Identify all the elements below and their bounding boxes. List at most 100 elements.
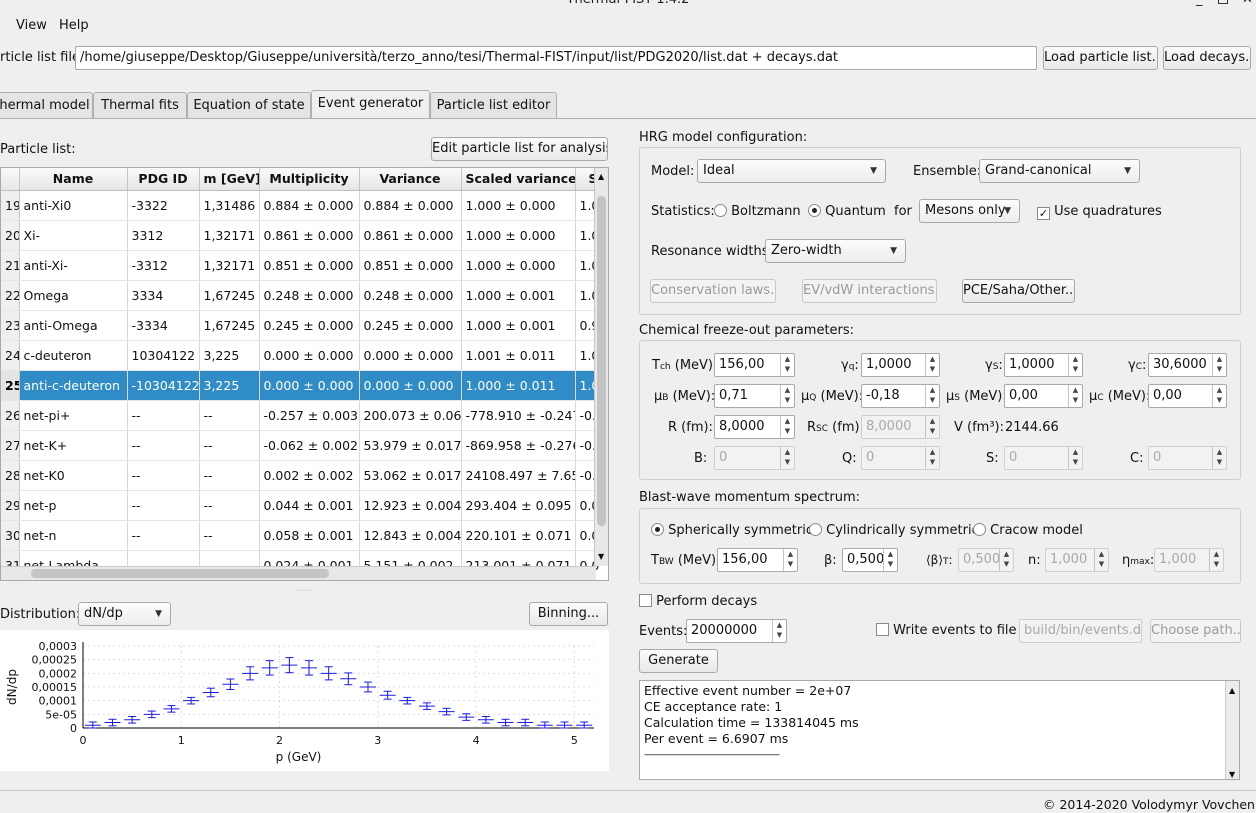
table-row[interactable]: 20Xi-33121,321710.861 ± 0.0000.861 ± 0.0… (1, 220, 608, 251)
row-number[interactable]: 30 (1, 520, 20, 551)
splitter-handle[interactable]: ······ (296, 586, 311, 595)
spin-arrows-icon[interactable]: ▲ ▼ (1212, 385, 1226, 407)
spin-arrows-icon[interactable]: ▲ ▼ (1068, 385, 1082, 407)
table-row[interactable]: 29net-p----0.044 ± 0.00112.923 ± 0.00429… (1, 490, 608, 521)
rsc-spinbox[interactable]: 8,0000 ▲ ▼ (861, 415, 940, 439)
table-row[interactable]: 27net-K+-----0.062 ± 0.00253.979 ± 0.017… (1, 430, 608, 461)
scroll-down-icon[interactable]: ▼ (598, 552, 604, 561)
spin-arrows-icon[interactable]: ▲ ▼ (780, 416, 794, 438)
table-row[interactable]: 22Omega33341,672450.248 ± 0.0000.248 ± 0… (1, 280, 608, 311)
spin-arrows-icon[interactable]: ▲ ▼ (772, 620, 786, 642)
mu-s-spinbox[interactable]: 0,00 ▲ ▼ (1004, 384, 1083, 408)
binning-button[interactable]: Binning... (529, 602, 608, 626)
quantum-radio[interactable]: Quantum (808, 204, 886, 219)
close-icon[interactable]: ✕ (1242, 0, 1253, 7)
spin-arrows-icon[interactable]: ▲ ▼ (783, 549, 797, 571)
table-row[interactable]: 19anti-Xi0-33221,314860.884 ± 0.0000.884… (1, 190, 608, 221)
eta-max-spinbox[interactable]: 1,000 ▲ ▼ (1154, 548, 1224, 572)
load-particle-list-button[interactable]: Load particle list... (1043, 46, 1158, 70)
table-row[interactable]: 23anti-Omega-33341,672450.245 ± 0.0000.2… (1, 310, 608, 341)
row-number[interactable]: 28 (1, 460, 20, 491)
row-number[interactable]: 20 (1, 220, 20, 251)
row-number[interactable]: 19 (1, 190, 20, 221)
mu-b-spinbox[interactable]: 0,71 ▲ ▼ (714, 384, 795, 408)
quantum-statistics-scope-select[interactable]: Mesons only ▼ (919, 199, 1020, 223)
perform-decays-checkbox[interactable]: Perform decays (639, 594, 757, 609)
menu-help[interactable]: Help (59, 18, 89, 33)
spherically-symmetric-radio[interactable]: Spherically symmetric (651, 523, 813, 538)
scroll-up-icon[interactable]: ▲ (598, 172, 604, 181)
events-output-path-input[interactable]: build/bin/events.dat (1019, 619, 1142, 643)
spin-arrows-icon[interactable]: ▲ ▼ (883, 549, 897, 571)
spin-arrows-icon[interactable]: ▲ ▼ (1212, 354, 1226, 376)
menu-view[interactable]: View (16, 18, 47, 33)
table-horizontal-scrollbar[interactable] (1, 566, 596, 580)
choose-path-button[interactable]: Choose path... (1150, 619, 1241, 643)
particle-table[interactable]: Name PDG ID m [GeV] Multiplicity Varianc… (0, 167, 609, 581)
tch-spinbox[interactable]: 156,00 ▲ ▼ (714, 353, 795, 377)
tab-equation-of-state[interactable]: Equation of state (187, 92, 311, 118)
minimize-icon[interactable]: _ (1196, 0, 1203, 7)
edit-particle-list-button[interactable]: Edit particle list for analysis... (431, 137, 608, 161)
column-header-mass[interactable]: m [GeV] (199, 168, 260, 191)
radius-spinbox[interactable]: 8,0000 ▲ ▼ (714, 415, 795, 439)
table-row[interactable]: 25anti-c-deuteron-103041223,2250.000 ± 0… (1, 370, 608, 401)
table-row[interactable]: 26net-pi+-----0.257 ± 0.003200.073 ± 0.0… (1, 400, 608, 431)
row-number[interactable]: 27 (1, 430, 20, 461)
baryon-charge-spinbox[interactable]: 0 ▲ ▼ (714, 446, 795, 470)
strangeness-spinbox[interactable]: 0 ▲ ▼ (1004, 446, 1083, 470)
gamma-c-spinbox[interactable]: 30,6000 ▲ ▼ (1148, 353, 1227, 377)
maximize-icon[interactable] (1218, 0, 1228, 4)
tbw-spinbox[interactable]: 156,00 ▲ ▼ (717, 548, 798, 572)
spin-arrows-icon[interactable]: ▲ ▼ (925, 354, 939, 376)
row-number[interactable]: 29 (1, 490, 20, 521)
beta-spinbox[interactable]: 0,500 ▲ ▼ (842, 548, 898, 572)
spin-arrows-icon[interactable]: ▲ ▼ (780, 447, 794, 469)
cylindrically-symmetric-radio[interactable]: Cylindrically symmetric (809, 523, 979, 538)
row-number[interactable]: 22 (1, 280, 20, 311)
mu-q-spinbox[interactable]: -0,18 ▲ ▼ (861, 384, 940, 408)
spin-arrows-icon[interactable]: ▲ ▼ (1068, 354, 1082, 376)
ev-vdw-interactions-button[interactable]: EV/vdW interactions... (802, 279, 937, 303)
column-header-multiplicity[interactable]: Multiplicity (259, 168, 360, 191)
scroll-down-icon[interactable]: ▼ (1229, 767, 1235, 779)
spin-arrows-icon[interactable]: ▲ ▼ (1209, 549, 1223, 571)
output-log[interactable]: Effective event number = 2e+07 CE accept… (639, 680, 1240, 780)
column-header-variance[interactable]: Variance (359, 168, 462, 191)
particle-list-path-input[interactable]: /home/giuseppe/Desktop/Giuseppe/universi… (75, 46, 1037, 70)
charm-spinbox[interactable]: 0 ▲ ▼ (1148, 446, 1227, 470)
electric-charge-spinbox[interactable]: 0 ▲ ▼ (861, 446, 940, 470)
use-quadratures-checkbox[interactable]: ✓ Use quadratures (1037, 204, 1162, 220)
log-scrollbar[interactable]: ▲ ▼ (1225, 681, 1239, 779)
events-spinbox[interactable]: 20000000 ▲ ▼ (686, 619, 787, 643)
row-number[interactable]: 24 (1, 340, 20, 371)
horizontal-scroll-thumb[interactable] (31, 569, 329, 578)
spin-arrows-icon[interactable]: ▲ ▼ (780, 354, 794, 376)
tab-thermal-fits[interactable]: Thermal fits (93, 92, 187, 118)
table-row[interactable]: 24c-deuteron103041223,2250.000 ± 0.0000.… (1, 340, 608, 371)
table-row[interactable]: 28net-K0----0.002 ± 0.00253.062 ± 0.0172… (1, 460, 608, 491)
row-number[interactable]: 25 (1, 370, 20, 401)
n-spinbox[interactable]: 1,000 ▲ ▼ (1045, 548, 1109, 572)
gamma-s-spinbox[interactable]: 1,0000 ▲ ▼ (1004, 353, 1083, 377)
distribution-plot[interactable]: 0 5e-05 0,0001 0,00015 0,0002 0,00025 0,0003 0 1… (0, 630, 609, 771)
scroll-up-icon[interactable]: ▲ (1229, 683, 1235, 699)
column-header-scaled-variance[interactable]: Scaled variance (461, 168, 576, 191)
spin-arrows-icon[interactable]: ▲ ▼ (780, 385, 794, 407)
table-row[interactable]: 30net-n----0.058 ± 0.00112.843 ± 0.00422… (1, 520, 608, 551)
model-select[interactable]: Ideal ▼ (697, 159, 886, 183)
cracow-model-radio[interactable]: Cracow model (973, 523, 1083, 538)
resonance-widths-select[interactable]: Zero-width ▼ (765, 239, 906, 263)
row-number[interactable]: 23 (1, 310, 20, 341)
gamma-q-spinbox[interactable]: 1,0000 ▲ ▼ (861, 353, 940, 377)
boltzmann-radio[interactable]: Boltzmann (714, 204, 801, 219)
spin-arrows-icon[interactable]: ▲ ▼ (1212, 447, 1226, 469)
spin-arrows-icon[interactable]: ▲ ▼ (999, 549, 1013, 571)
tab-event-generator[interactable]: Event generator (311, 90, 430, 119)
column-header-name[interactable]: Name (19, 168, 128, 191)
pce-saha-other-button[interactable]: PCE/Saha/Other... (962, 279, 1075, 303)
spin-arrows-icon[interactable]: ▲ ▼ (925, 447, 939, 469)
mu-c-spinbox[interactable]: 0,00 ▲ ▼ (1148, 384, 1227, 408)
load-decays-button[interactable]: Load decays... (1163, 46, 1251, 70)
table-row[interactable]: 21anti-Xi--33121,321710.851 ± 0.0000.851… (1, 250, 608, 281)
